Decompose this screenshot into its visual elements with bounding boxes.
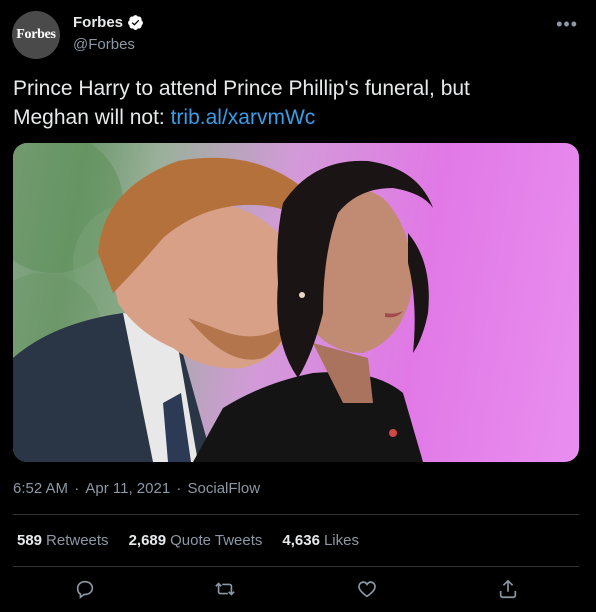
more-options-icon[interactable]: ••• (556, 14, 578, 35)
likes-stat[interactable]: 4,636 Likes (282, 532, 359, 549)
divider (13, 514, 579, 515)
verified-badge-icon (127, 14, 144, 31)
quote-tweets-count: 2,689 (128, 532, 167, 549)
action-bar (0, 578, 596, 608)
retweets-stat[interactable]: 589 Retweets (17, 532, 109, 549)
share-icon[interactable] (497, 578, 521, 602)
reply-icon[interactable] (74, 578, 98, 602)
retweets-label: Retweets (46, 532, 109, 549)
likes-label: Likes (323, 532, 359, 549)
tweet-link[interactable]: trib.al/xarvmWc (171, 106, 316, 129)
quote-tweets-stat[interactable]: 2,689 Quote Tweets (129, 532, 263, 549)
tweet-text: Prince Harry to attend Prince Phillip's … (13, 74, 573, 132)
tweet-card: Forbes Forbes @Forbes ••• Prince Harry t… (0, 0, 596, 612)
engagement-stats: 589 Retweets 2,689 Quote Tweets 4,636 Likes (17, 532, 359, 549)
tweet-text-line1: Prince Harry to attend Prince Phillip's … (13, 77, 470, 100)
tweet-timestamp[interactable]: 6:52 AM · Apr 11, 2021 · SocialFlow (13, 480, 262, 497)
tweet-text-line2: Meghan will not: (13, 106, 171, 129)
tweet-time[interactable]: 6:52 AM (13, 480, 68, 497)
quote-tweets-label: Quote Tweets (170, 532, 263, 549)
avatar-logo-text: Forbes (16, 27, 56, 42)
tweet-date[interactable]: Apr 11, 2021 (85, 480, 170, 497)
retweets-count: 589 (17, 532, 43, 549)
retweet-icon[interactable] (214, 578, 238, 602)
like-icon[interactable] (356, 578, 380, 602)
handle[interactable]: @Forbes (73, 36, 135, 53)
author-name-row[interactable]: Forbes (73, 14, 144, 31)
likes-count: 4,636 (282, 532, 320, 549)
tweet-photo[interactable] (13, 143, 579, 462)
display-name[interactable]: Forbes (73, 14, 123, 31)
avatar[interactable]: Forbes (12, 11, 60, 59)
meta-separator: · (70, 480, 84, 497)
divider (13, 566, 579, 567)
meta-separator: · (172, 480, 186, 497)
tweet-source[interactable]: SocialFlow (188, 480, 261, 497)
